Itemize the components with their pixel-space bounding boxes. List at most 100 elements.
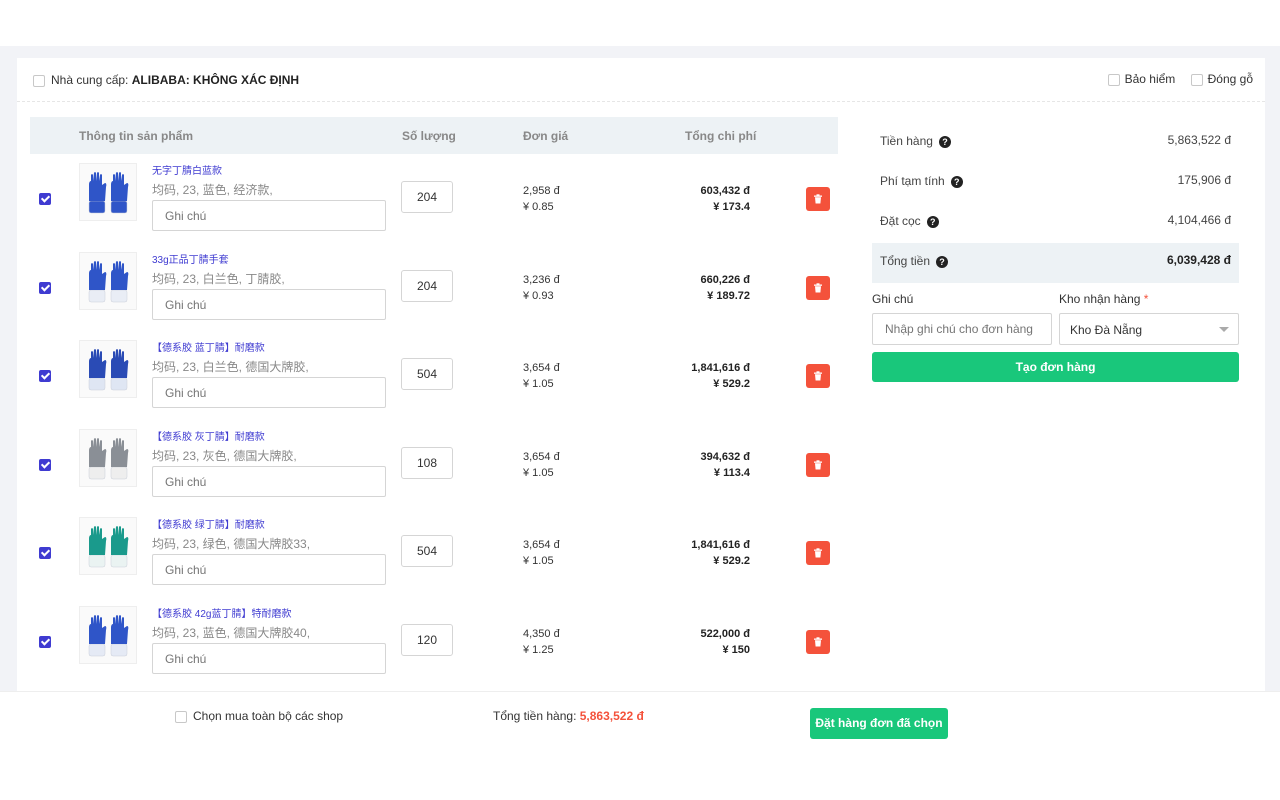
product-attributes: 均码, 23, 白兰色, 德国大牌胶, — [152, 360, 309, 374]
table-row: 【德系胶 42g蓝丁腈】特耐磨款均码, 23, 蓝色, 德国大牌胶40, 4,35… — [30, 596, 838, 684]
summary-fee: Phí tạm tính? 175,906 đ — [872, 163, 1239, 203]
product-name[interactable]: 【德系胶 灰丁腈】耐磨款 — [152, 428, 265, 443]
item-note-input[interactable] — [152, 466, 386, 497]
header-unit-price: Đơn giá — [523, 129, 569, 143]
row-checkbox[interactable] — [39, 280, 51, 294]
product-name[interactable]: 【德系胶 蓝丁腈】耐磨款 — [152, 339, 265, 354]
deposit-value: 4,104,466 đ — [1167, 213, 1231, 227]
help-icon[interactable]: ? — [938, 135, 951, 148]
product-image[interactable] — [79, 252, 137, 310]
quantity-input[interactable] — [401, 624, 453, 656]
unit-price: 3,654 đ ¥ 1.05 — [523, 449, 560, 481]
select-all-label: Chọn mua toàn bộ các shop — [193, 709, 344, 723]
delete-button[interactable] — [806, 541, 830, 565]
order-note-input[interactable] — [872, 313, 1052, 345]
unit-price-cny: ¥ 1.05 — [523, 467, 554, 479]
quantity-input[interactable] — [401, 270, 453, 302]
quantity-input[interactable] — [401, 181, 453, 213]
goods-label: Tiền hàng — [880, 134, 933, 148]
quantity-input[interactable] — [401, 535, 453, 567]
select-all-checkbox[interactable] — [175, 710, 187, 723]
product-image[interactable] — [79, 163, 137, 221]
total-value: 6,039,428 đ — [1166, 253, 1231, 267]
warehouse-select[interactable]: Kho Đà Nẵng — [1059, 313, 1239, 345]
product-image[interactable] — [79, 606, 137, 664]
table-header: Thông tin sản phẩm Số lượng Đơn giá Tổng… — [30, 117, 838, 154]
product-name[interactable]: 无字丁腈白蓝款 — [152, 162, 222, 177]
checkbox[interactable] — [39, 281, 51, 294]
required-mark: * — [1143, 292, 1149, 306]
footer-sum: Tổng tiền hàng: 5,863,522 đ — [493, 709, 644, 723]
quantity-input[interactable] — [401, 447, 453, 479]
delete-button[interactable] — [806, 364, 830, 388]
checkbox[interactable] — [39, 546, 51, 559]
row-total-vnd: 603,432 đ — [700, 185, 750, 197]
row-total-cny: ¥ 189.72 — [707, 290, 750, 302]
row-total: 603,432 đ ¥ 173.4 — [700, 183, 750, 215]
help-icon[interactable]: ? — [950, 175, 963, 188]
help-icon[interactable]: ? — [926, 215, 939, 228]
summary-goods: Tiền hàng? 5,863,522 đ — [872, 123, 1239, 163]
wood-packing-checkbox[interactable] — [1190, 73, 1203, 86]
create-order-button[interactable]: Tạo đơn hàng — [872, 352, 1239, 382]
checkbox[interactable] — [39, 369, 51, 382]
delete-button[interactable] — [806, 187, 830, 211]
unit-price-vnd: 4,350 đ — [523, 628, 560, 640]
product-image[interactable] — [79, 429, 137, 487]
row-checkbox[interactable] — [39, 545, 51, 559]
table-row: 33g正品丁腈手套均码, 23, 白兰色, 丁腈胶, 3,236 đ ¥ 0.93 6… — [30, 242, 838, 330]
wood-packing-option[interactable]: Đóng gỗ — [1190, 72, 1253, 86]
trash-icon — [814, 371, 822, 381]
product-name[interactable]: 【德系胶 42g蓝丁腈】特耐磨款 — [152, 605, 291, 620]
insurance-option[interactable]: Bảo hiểm — [1107, 72, 1176, 86]
order-summary: Tiền hàng? 5,863,522 đ Phí tạm tính? 175… — [872, 123, 1239, 283]
item-note-input[interactable] — [152, 377, 386, 408]
unit-price-cny: ¥ 0.85 — [523, 201, 554, 213]
row-checkbox[interactable] — [39, 191, 51, 205]
checkbox[interactable] — [39, 192, 51, 205]
item-note-input[interactable] — [152, 643, 386, 674]
supplier-info: Nhà cung cấp: ALIBABA: KHÔNG XÁC ĐỊNH — [33, 73, 299, 87]
checkbox[interactable] — [39, 458, 51, 471]
delete-button[interactable] — [806, 453, 830, 477]
delete-button[interactable] — [806, 630, 830, 654]
unit-price-vnd: 3,654 đ — [523, 539, 560, 551]
goods-value: 5,863,522 đ — [1167, 133, 1231, 147]
glove-icon — [88, 349, 129, 391]
unit-price: 3,654 đ ¥ 1.05 — [523, 360, 560, 392]
insurance-label: Bảo hiểm — [1124, 72, 1176, 86]
trash-icon — [814, 194, 822, 204]
supplier-checkbox[interactable] — [33, 74, 45, 87]
item-note-input[interactable] — [152, 554, 386, 585]
header-product: Thông tin sản phẩm — [79, 129, 193, 143]
quantity-input[interactable] — [401, 358, 453, 390]
item-note-input[interactable] — [152, 200, 386, 231]
checkbox[interactable] — [39, 635, 51, 648]
glove-icon — [88, 172, 129, 214]
order-selected-button[interactable]: Đặt hàng đơn đã chọn — [810, 708, 948, 739]
row-checkbox[interactable] — [39, 634, 51, 648]
insurance-checkbox[interactable] — [1107, 73, 1120, 86]
delete-button[interactable] — [806, 276, 830, 300]
product-attributes: 均码, 23, 蓝色, 经济款, — [152, 183, 273, 197]
row-checkbox[interactable] — [39, 457, 51, 471]
unit-price: 3,654 đ ¥ 1.05 — [523, 537, 560, 569]
row-total: 1,841,616 đ ¥ 529.2 — [691, 537, 750, 569]
unit-price-vnd: 3,654 đ — [523, 362, 560, 374]
unit-price: 2,958 đ ¥ 0.85 — [523, 183, 560, 215]
footer-sum-value: 5,863,522 đ — [579, 709, 644, 723]
product-attributes: 均码, 23, 绿色, 德国大牌胶33, — [152, 537, 311, 551]
footer-bar: Chọn mua toàn bộ các shop Tổng tiền hàng… — [0, 691, 1280, 800]
select-all-shops[interactable]: Chọn mua toàn bộ các shop — [175, 709, 343, 723]
unit-price-vnd: 2,958 đ — [523, 185, 560, 197]
row-total-cny: ¥ 113.4 — [713, 467, 750, 479]
row-total-vnd: 394,632 đ — [700, 451, 750, 463]
help-icon[interactable]: ? — [936, 255, 949, 268]
glove-icon — [88, 261, 129, 303]
item-note-input[interactable] — [152, 289, 386, 320]
product-name[interactable]: 【德系胶 绿丁腈】耐磨款 — [152, 516, 265, 531]
product-image[interactable] — [79, 517, 137, 575]
row-checkbox[interactable] — [39, 368, 51, 382]
product-name[interactable]: 33g正品丁腈手套 — [152, 251, 229, 266]
product-image[interactable] — [79, 340, 137, 398]
